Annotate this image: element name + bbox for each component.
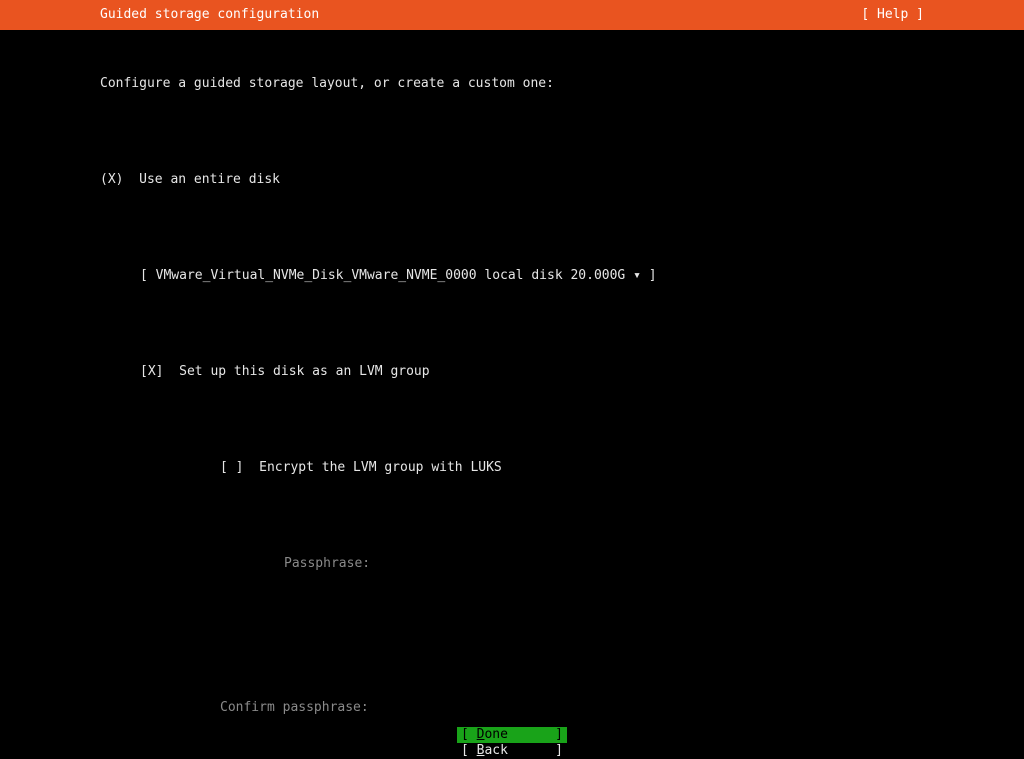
help-button[interactable]: [ Help ] [861, 7, 924, 23]
back-button[interactable]: [ Back ] [457, 743, 567, 759]
passphrase-label: Passphrase: [100, 556, 924, 572]
radio-use-entire-disk[interactable]: (X) Use an entire disk [100, 172, 924, 188]
checkbox-lvm[interactable]: [X] Set up this disk as an LVM group [100, 364, 924, 380]
main-content: Configure a guided storage layout, or cr… [0, 30, 1024, 759]
footer-buttons: [ Done ] [ Back ] [0, 727, 1024, 759]
intro-text: Configure a guided storage layout, or cr… [100, 76, 924, 92]
done-button[interactable]: [ Done ] [457, 727, 567, 743]
checkbox-luks[interactable]: [ ] Encrypt the LVM group with LUKS [100, 460, 924, 476]
disk-selector[interactable]: [ VMware_Virtual_NVMe_Disk_VMware_NVME_0… [100, 268, 924, 284]
confirm-passphrase-label: Confirm passphrase: [100, 700, 924, 716]
page-title: Guided storage configuration [100, 7, 319, 23]
title-bar: Guided storage configuration [ Help ] [0, 0, 1024, 30]
